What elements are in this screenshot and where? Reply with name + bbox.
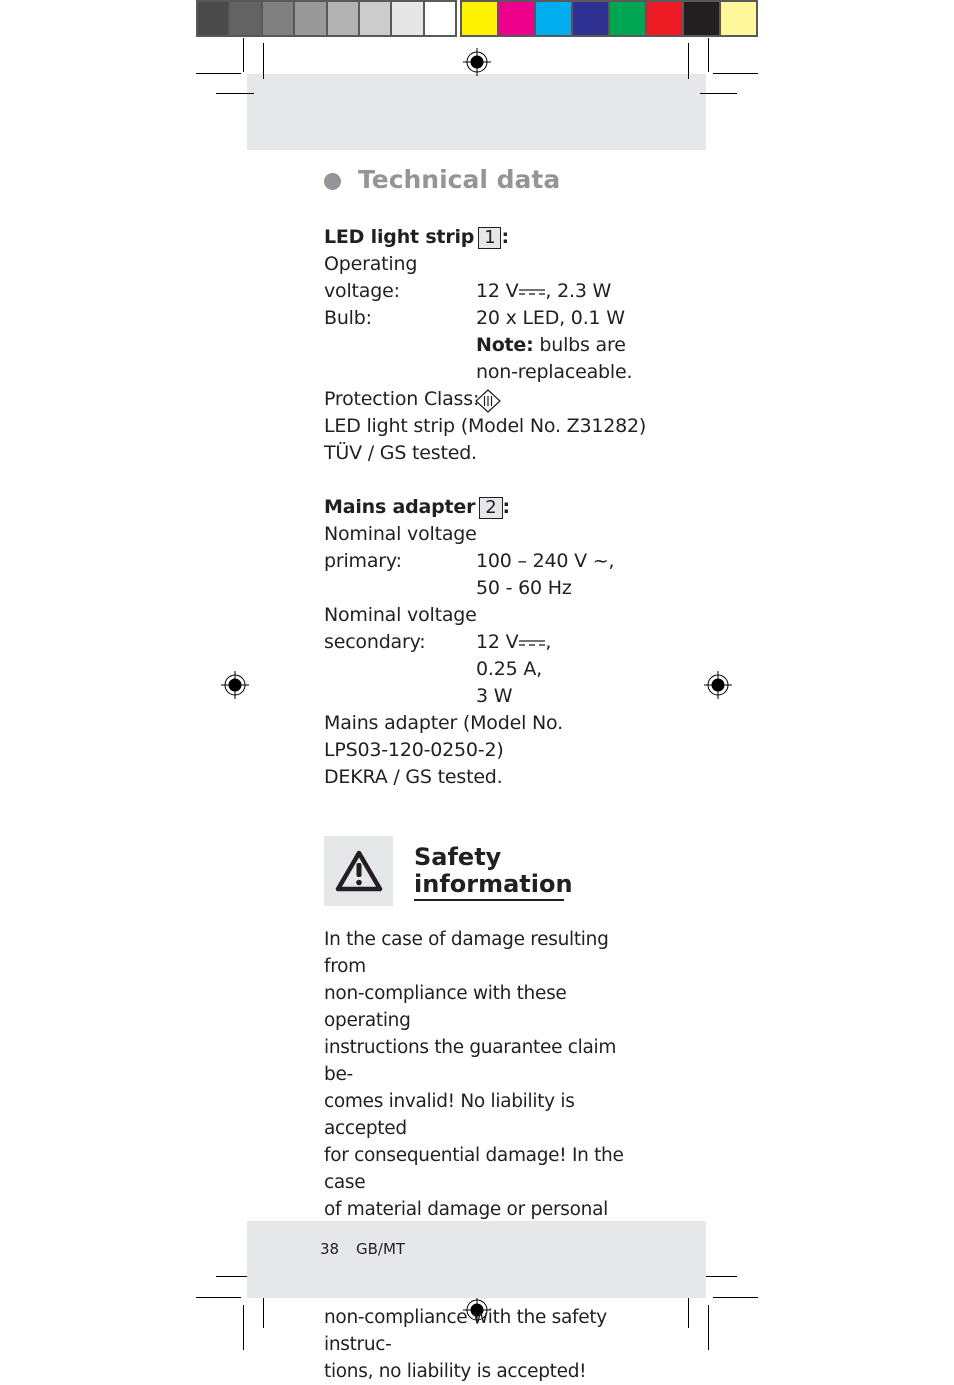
comma: , bbox=[545, 631, 552, 653]
bulb-note: Note: bulbs are bbox=[476, 332, 626, 359]
color-swatch bbox=[684, 2, 719, 35]
voltage-value: 12 V bbox=[476, 280, 519, 302]
registration-mark-icon bbox=[704, 671, 732, 699]
colon: : bbox=[501, 226, 509, 248]
crop-mark bbox=[216, 93, 254, 94]
safety-heading: Safety information bbox=[414, 844, 573, 898]
voltage-value: 12 V bbox=[476, 631, 519, 653]
section-bullet-icon bbox=[324, 173, 341, 190]
reference-number-badge: 2 bbox=[479, 497, 503, 519]
crop-mark bbox=[243, 38, 244, 72]
crop-mark bbox=[700, 93, 737, 94]
page-number: 38 bbox=[320, 1240, 340, 1258]
paragraph-line: tions, no liability is accepted! bbox=[324, 1361, 587, 1382]
gray-swatch bbox=[295, 2, 326, 35]
bulb-label: Bulb: bbox=[324, 307, 372, 329]
crop-mark bbox=[708, 38, 709, 72]
reference-number-badge: 1 bbox=[478, 227, 502, 249]
secondary-voltage-label-1: Nominal voltage bbox=[324, 604, 477, 626]
registration-mark-icon bbox=[221, 671, 249, 699]
mains-adapter-model-2: LPS03-120-0250-2) bbox=[324, 739, 504, 761]
registration-mark-icon bbox=[463, 48, 491, 76]
gray-swatch bbox=[198, 2, 229, 35]
crop-mark bbox=[196, 73, 241, 74]
safety-heading-line-2: information bbox=[414, 870, 573, 898]
paragraph-line: for consequential damage! In the case bbox=[324, 1145, 624, 1193]
direct-current-symbol-icon bbox=[519, 288, 546, 295]
footer-band bbox=[247, 1221, 706, 1298]
protection-class-iii-icon bbox=[475, 389, 501, 413]
color-swatch bbox=[610, 2, 645, 35]
bulb-value: 20 x LED, 0.1 W bbox=[476, 307, 625, 329]
led-strip-model: LED light strip (Model No. Z31282) bbox=[324, 415, 647, 437]
paragraph-line: non-compliance with these operating bbox=[324, 983, 567, 1031]
primary-voltage-label-1: Nominal voltage bbox=[324, 523, 477, 545]
color-swatch bbox=[721, 2, 756, 35]
mains-adapter-model-1: Mains adapter (Model No. bbox=[324, 712, 563, 734]
grayscale-color-bar bbox=[196, 0, 457, 37]
gray-swatch bbox=[392, 2, 423, 35]
paragraph-line: In the case of damage resulting from bbox=[324, 929, 609, 977]
mains-adapter-certification: DEKRA / GS tested. bbox=[324, 766, 503, 788]
crop-mark bbox=[713, 73, 758, 74]
led-strip-certification: TÜV / GS tested. bbox=[324, 442, 477, 464]
crop-mark bbox=[196, 1297, 241, 1298]
crop-mark bbox=[688, 43, 689, 79]
color-swatch bbox=[536, 2, 571, 35]
heading-underline bbox=[414, 899, 564, 901]
primary-frequency-value: 50 - 60 Hz bbox=[476, 577, 572, 599]
mains-adapter-title-text: Mains adapter bbox=[324, 496, 476, 518]
mains-adapter-title: Mains adapter 2: bbox=[324, 494, 510, 521]
header-band bbox=[247, 74, 706, 150]
primary-voltage-value: 100 – 240 V ~, bbox=[476, 550, 615, 572]
warning-icon-box bbox=[324, 836, 393, 906]
crop-mark bbox=[713, 1297, 758, 1298]
gray-swatch bbox=[230, 2, 261, 35]
gray-swatch bbox=[262, 2, 294, 35]
secondary-power-value: 3 W bbox=[476, 685, 513, 707]
warning-triangle-icon bbox=[335, 850, 383, 892]
operating-voltage-value: 12 V , 2.3 W bbox=[476, 278, 611, 305]
locale-label: GB/MT bbox=[356, 1240, 406, 1258]
gray-swatch bbox=[424, 2, 455, 35]
gray-swatch bbox=[327, 2, 358, 35]
operating-voltage-label-1: Operating bbox=[324, 253, 418, 275]
primary-voltage-label-2: primary: bbox=[324, 550, 402, 572]
note-label: Note: bbox=[476, 334, 534, 356]
safety-paragraph: In the case of damage resulting from non… bbox=[324, 926, 634, 1385]
paragraph-line: instructions the guarantee claim be- bbox=[324, 1037, 617, 1085]
operating-voltage-label-2: voltage: bbox=[324, 280, 400, 302]
note-text: bulbs are bbox=[533, 334, 626, 356]
crop-mark bbox=[263, 43, 264, 79]
secondary-voltage-value: 12 V, bbox=[476, 629, 551, 656]
secondary-current-value: 0.25 A, bbox=[476, 658, 542, 680]
wattage-value: , 2.3 W bbox=[545, 280, 612, 302]
protection-class-label: Protection Class: bbox=[324, 388, 480, 410]
color-swatch bbox=[647, 2, 682, 35]
direct-current-symbol-icon bbox=[519, 639, 546, 646]
color-swatch bbox=[573, 2, 608, 35]
secondary-voltage-label-2: secondary: bbox=[324, 631, 426, 653]
process-color-bar bbox=[460, 0, 758, 37]
color-swatch bbox=[499, 2, 534, 35]
crop-mark bbox=[708, 1305, 709, 1350]
paragraph-line: comes invalid! No liability is accepted bbox=[324, 1091, 575, 1139]
colon: : bbox=[502, 496, 511, 518]
gray-swatch bbox=[359, 2, 391, 35]
led-strip-title: LED light strip 1: bbox=[324, 224, 509, 251]
section-heading-technical-data: Technical data bbox=[358, 165, 561, 194]
color-swatch bbox=[462, 2, 497, 35]
led-strip-title-text: LED light strip bbox=[324, 226, 475, 248]
safety-heading-line-1: Safety bbox=[414, 843, 502, 871]
crop-mark bbox=[243, 1305, 244, 1350]
bulb-note-continued: non-replaceable. bbox=[476, 361, 633, 383]
